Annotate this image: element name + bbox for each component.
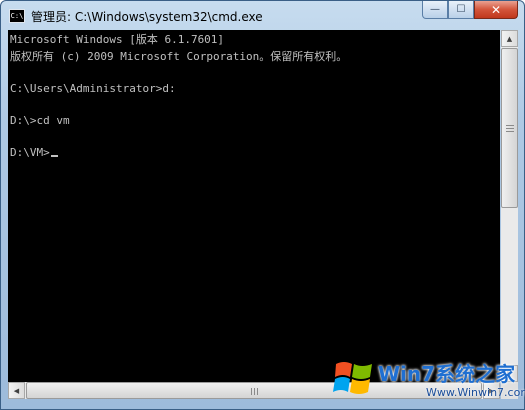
thumb-grip — [251, 388, 252, 395]
console-prompt: D:\VM> — [10, 146, 50, 159]
minimize-button[interactable]: — — [422, 1, 448, 19]
title-bar[interactable]: C:\ 管理员: C:\Windows\system32\cmd.exe — ☐… — [1, 1, 524, 31]
window-title: 管理员: C:\Windows\system32\cmd.exe — [31, 10, 263, 24]
thumb-grip — [254, 388, 255, 395]
text-cursor — [50, 155, 58, 157]
console-prompt-line: D:\VM> — [10, 146, 58, 160]
vertical-scrollbar[interactable]: ▲ ▼ — [501, 30, 518, 382]
console-line: C:\Users\Administrator>d: — [10, 82, 176, 95]
thumb-grip — [506, 131, 514, 132]
windows-logo-icon — [333, 362, 372, 394]
console-line: 版权所有 (c) 2009 Microsoft Corporation。保留所有… — [10, 50, 348, 63]
thumb-grip — [506, 128, 514, 129]
console-line: Microsoft Windows [版本 6.1.7601] — [10, 33, 225, 46]
thumb-grip — [506, 125, 514, 126]
scroll-left-button[interactable]: ◀ — [8, 382, 25, 399]
watermark: Win7系统之家 Www.Winwin7.com — [330, 352, 525, 408]
vertical-scroll-thumb[interactable] — [501, 48, 518, 208]
scroll-up-button[interactable]: ▲ — [501, 30, 518, 47]
close-button[interactable]: ✕ — [474, 1, 518, 19]
thumb-grip — [257, 388, 258, 395]
watermark-url: Www.Winwin7.com — [426, 386, 525, 399]
window-controls: — ☐ ✕ — [422, 1, 518, 21]
console-output[interactable]: Microsoft Windows [版本 6.1.7601] 版权所有 (c)… — [8, 30, 500, 382]
watermark-brand: Win7系统之家 — [378, 362, 516, 386]
cmd-window: C:\ 管理员: C:\Windows\system32\cmd.exe — ☐… — [0, 0, 525, 410]
console-line: D:\>cd vm — [10, 114, 70, 127]
cmd-icon[interactable]: C:\ — [9, 9, 25, 23]
maximize-button[interactable]: ☐ — [448, 1, 474, 19]
